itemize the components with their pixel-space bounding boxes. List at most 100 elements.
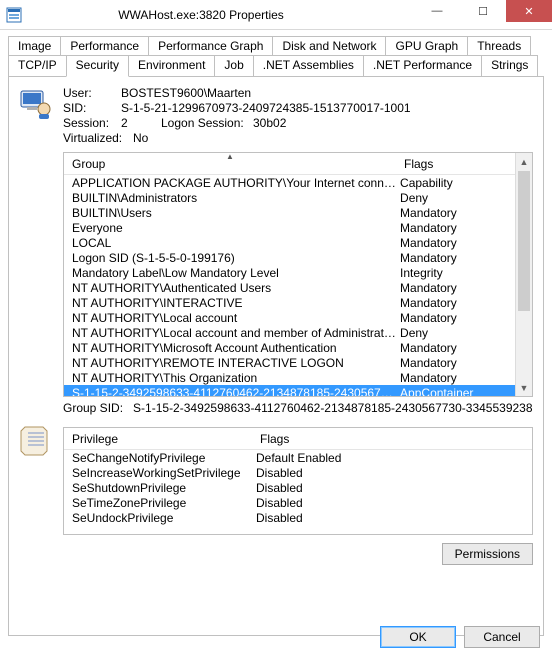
tab-panel-security: User:BOSTEST9600\Maarten SID:S-1-5-21-12… <box>8 76 544 636</box>
cell-flags: Mandatory <box>396 371 515 385</box>
cancel-button[interactable]: Cancel <box>464 626 540 648</box>
cell-group: S-1-15-2-3492598633-4112760462-213487818… <box>64 386 396 397</box>
scroll-up-icon[interactable]: ▲ <box>516 153 532 170</box>
tab-threads[interactable]: Threads <box>467 36 531 56</box>
label-user: User: <box>63 86 121 100</box>
cell-group: Mandatory Label\Low Mandatory Level <box>64 266 396 280</box>
computer-user-icon <box>19 85 63 146</box>
cell-group: Everyone <box>64 221 396 235</box>
sort-indicator-icon: ▲ <box>226 153 234 161</box>
col-privilege[interactable]: Privilege <box>64 428 252 449</box>
cell-flags: AppContainer <box>396 386 515 397</box>
titlebar: WWAHost.exe:3820 Properties — ☐ ✕ <box>0 0 552 30</box>
ok-button[interactable]: OK <box>380 626 456 648</box>
window-title: WWAHost.exe:3820 Properties <box>28 8 414 22</box>
tab-performance-graph[interactable]: Performance Graph <box>148 36 273 56</box>
value-logon-session: 30b02 <box>253 116 286 130</box>
privileges-header[interactable]: Privilege Flags <box>64 428 532 450</box>
groups-header[interactable]: Group ▲ Flags <box>64 153 515 175</box>
cell-group: NT AUTHORITY\INTERACTIVE <box>64 296 396 310</box>
privileges-icon <box>19 421 63 565</box>
value-virtualized: No <box>133 131 148 145</box>
system-icon <box>6 7 22 23</box>
table-row[interactable]: SeIncreaseWorkingSetPrivilegeDisabled <box>64 465 532 480</box>
cell-priv-flags: Disabled <box>252 466 452 480</box>
table-row[interactable]: NT AUTHORITY\Local account and member of… <box>64 325 515 340</box>
table-row[interactable]: SeChangeNotifyPrivilegeDefault Enabled <box>64 450 532 465</box>
groups-listview[interactable]: Group ▲ Flags APPLICATION PACKAGE AUTHOR… <box>63 152 533 397</box>
table-row[interactable]: APPLICATION PACKAGE AUTHORITY\Your Inter… <box>64 175 515 190</box>
label-virtualized: Virtualized: <box>63 131 133 145</box>
table-row[interactable]: NT AUTHORITY\Local accountMandatory <box>64 310 515 325</box>
tabstrip: ImagePerformancePerformance GraphDisk an… <box>8 36 544 76</box>
tab-disk-and-network[interactable]: Disk and Network <box>272 36 386 56</box>
tab-environment[interactable]: Environment <box>128 55 215 76</box>
cell-group: LOCAL <box>64 236 396 250</box>
scroll-down-icon[interactable]: ▼ <box>516 379 532 396</box>
col-flags[interactable]: Flags <box>396 153 515 174</box>
tab-image[interactable]: Image <box>8 36 61 56</box>
value-session: 2 <box>121 116 161 130</box>
cell-flags: Integrity <box>396 266 515 280</box>
tab--net-assemblies[interactable]: .NET Assemblies <box>253 55 364 76</box>
privileges-listview[interactable]: Privilege Flags SeChangeNotifyPrivilegeD… <box>63 427 533 535</box>
table-row[interactable]: NT AUTHORITY\INTERACTIVEMandatory <box>64 295 515 310</box>
cell-priv-flags: Disabled <box>252 481 452 495</box>
value-sid: S-1-5-21-1299670973-2409724385-151377001… <box>121 101 411 115</box>
col-group[interactable]: Group ▲ <box>64 153 396 174</box>
col-priv-flags[interactable]: Flags <box>252 428 452 449</box>
tab-tcp-ip[interactable]: TCP/IP <box>8 55 67 76</box>
cell-group: NT AUTHORITY\Local account <box>64 311 396 325</box>
table-row[interactable]: NT AUTHORITY\REMOTE INTERACTIVE LOGONMan… <box>64 355 515 370</box>
tab-security[interactable]: Security <box>66 55 129 77</box>
table-row[interactable]: SeShutdownPrivilegeDisabled <box>64 480 532 495</box>
cell-flags: Mandatory <box>396 251 515 265</box>
table-row[interactable]: LOCALMandatory <box>64 235 515 250</box>
table-row[interactable]: BUILTIN\UsersMandatory <box>64 205 515 220</box>
table-row[interactable]: Logon SID (S-1-5-5-0-199176)Mandatory <box>64 250 515 265</box>
cell-group: NT AUTHORITY\Microsoft Account Authentic… <box>64 341 396 355</box>
close-button[interactable]: ✕ <box>506 0 552 22</box>
label-session: Session: <box>63 116 121 130</box>
minimize-button[interactable]: — <box>414 0 460 22</box>
cell-flags: Mandatory <box>396 206 515 220</box>
cell-privilege: SeShutdownPrivilege <box>64 481 252 495</box>
cell-group: NT AUTHORITY\This Organization <box>64 371 396 385</box>
dialog-buttons: OK Cancel <box>380 626 540 648</box>
cell-group: NT AUTHORITY\Authenticated Users <box>64 281 396 295</box>
label-logon-session: Logon Session: <box>161 116 253 130</box>
table-row[interactable]: Mandatory Label\Low Mandatory LevelInteg… <box>64 265 515 280</box>
scroll-thumb[interactable] <box>518 171 530 311</box>
maximize-button[interactable]: ☐ <box>460 0 506 22</box>
table-row[interactable]: EveryoneMandatory <box>64 220 515 235</box>
cell-flags: Capability <box>396 176 515 190</box>
tab--net-performance[interactable]: .NET Performance <box>363 55 482 76</box>
table-row[interactable]: BUILTIN\AdministratorsDeny <box>64 190 515 205</box>
cell-flags: Mandatory <box>396 236 515 250</box>
cell-privilege: SeTimeZonePrivilege <box>64 496 252 510</box>
tab-gpu-graph[interactable]: GPU Graph <box>385 36 468 56</box>
window-buttons: — ☐ ✕ <box>414 0 552 29</box>
value-group-sid: S-1-15-2-3492598633-4112760462-213487818… <box>133 401 533 415</box>
permissions-button[interactable]: Permissions <box>442 543 533 565</box>
cell-priv-flags: Disabled <box>252 496 452 510</box>
table-row[interactable]: NT AUTHORITY\Microsoft Account Authentic… <box>64 340 515 355</box>
table-row[interactable]: SeUndockPrivilegeDisabled <box>64 510 532 525</box>
groups-scrollbar[interactable]: ▲ ▼ <box>515 153 532 396</box>
table-row[interactable]: NT AUTHORITY\Authenticated UsersMandator… <box>64 280 515 295</box>
cell-flags: Mandatory <box>396 221 515 235</box>
cell-flags: Mandatory <box>396 311 515 325</box>
cell-flags: Mandatory <box>396 356 515 370</box>
tab-job[interactable]: Job <box>214 55 253 76</box>
cell-group: BUILTIN\Users <box>64 206 396 220</box>
table-row[interactable]: SeTimeZonePrivilegeDisabled <box>64 495 532 510</box>
table-row[interactable]: NT AUTHORITY\This OrganizationMandatory <box>64 370 515 385</box>
cell-privilege: SeChangeNotifyPrivilege <box>64 451 252 465</box>
cell-flags: Mandatory <box>396 281 515 295</box>
cell-group: BUILTIN\Administrators <box>64 191 396 205</box>
tab-strings[interactable]: Strings <box>481 55 538 76</box>
tab-performance[interactable]: Performance <box>60 36 149 56</box>
cell-privilege: SeIncreaseWorkingSetPrivilege <box>64 466 252 480</box>
cell-flags: Deny <box>396 191 515 205</box>
table-row[interactable]: S-1-15-2-3492598633-4112760462-213487818… <box>64 385 515 396</box>
